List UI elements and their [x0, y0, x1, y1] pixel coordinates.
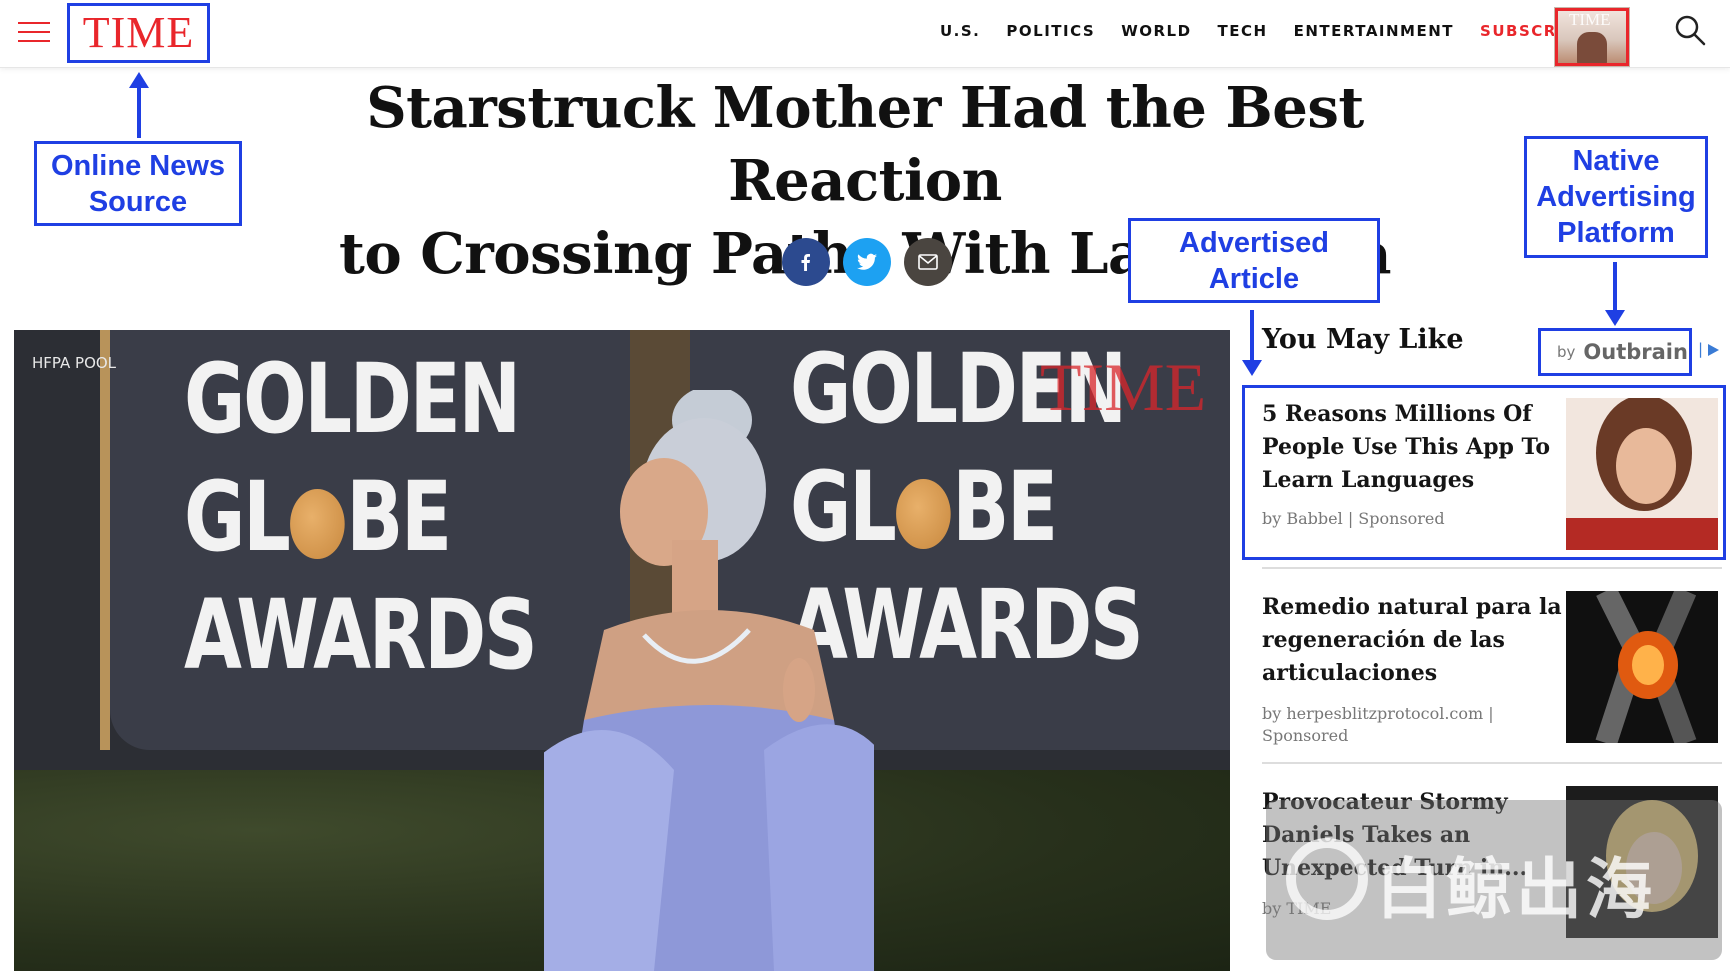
facebook-share-button[interactable] — [782, 238, 830, 286]
video-player[interactable]: GOLDEN GL BE AWARDS GOLDEN GL BE AWARDS HF… — [14, 330, 1230, 971]
you-may-like-heading: You May Like — [1262, 324, 1464, 355]
adchoices-triangle-icon[interactable] — [1708, 344, 1719, 356]
nav-item-politics[interactable]: POLITICS — [1006, 22, 1095, 40]
annotation-line: Source — [88, 185, 188, 218]
search-icon[interactable] — [1674, 14, 1706, 46]
recommendation-item[interactable]: Remedio natural para la regeneración de … — [1262, 591, 1722, 746]
video-credit: HFPA POOL — [32, 354, 117, 372]
twitter-icon — [857, 253, 877, 270]
menu-icon[interactable] — [18, 22, 50, 42]
video-watermark: TIME — [1040, 349, 1207, 425]
recommendation-thumbnail[interactable] — [1566, 398, 1718, 550]
recommendation-item[interactable]: 5 Reasons Millions Of People Use This Ap… — [1262, 398, 1722, 553]
annotation-line: Platform — [1557, 217, 1675, 249]
site-header: TIME U.S. POLITICS WORLD TECH ENTERTAINM… — [0, 0, 1730, 68]
backdrop-logo-left: GOLDEN GL BE AWARDS — [184, 340, 538, 694]
annotation-advertised-article: Advertised Article — [1128, 218, 1380, 303]
magazine-cover-border — [1555, 8, 1629, 66]
backdrop-word: BE — [346, 461, 452, 573]
recommendation-title[interactable]: 5 Reasons Millions Of People Use This Ap… — [1262, 398, 1562, 497]
facebook-icon — [801, 254, 810, 271]
email-share-button[interactable] — [904, 238, 952, 286]
backdrop-word: GL — [184, 461, 291, 573]
annotation-line: Article — [1208, 262, 1300, 295]
divider — [1262, 762, 1722, 764]
watermark-text: 白鲸出海 — [1376, 851, 1656, 928]
headline-line-1: Starstruck Mother Had the Best Reaction — [366, 75, 1364, 214]
backdrop-word: GOLDEN — [184, 343, 521, 455]
nav-item-tech[interactable]: TECH — [1218, 22, 1268, 40]
annotation-line: Native — [1572, 145, 1660, 177]
annotation-line: Advertising — [1536, 181, 1696, 213]
watermark-logo-icon — [1286, 838, 1368, 920]
recommendation-source: by herpesblitzprotocol.com | Sponsored — [1262, 704, 1494, 745]
annotation-native-advertising-platform: Native Advertising Platform — [1524, 136, 1708, 258]
celebrity-figure-image — [544, 390, 874, 971]
nav-item-us[interactable]: U.S. — [940, 22, 980, 40]
globe-icon — [896, 478, 951, 549]
nav-item-entertainment[interactable]: ENTERTAINMENT — [1294, 22, 1454, 40]
recommendation-source: by Babbel | Sponsored — [1262, 509, 1445, 528]
globe-icon — [290, 488, 345, 559]
recommendation-thumbnail[interactable] — [1566, 591, 1718, 743]
outbrain-badge[interactable]: by Outbrain — [1538, 328, 1692, 376]
annotation-line: Online News — [50, 149, 226, 182]
recommendation-title[interactable]: Remedio natural para la regeneración de … — [1262, 591, 1562, 690]
backdrop-word: BE — [952, 451, 1058, 563]
annotation-arrow-down-icon — [1605, 262, 1625, 326]
divider — [1262, 567, 1722, 569]
twitter-share-button[interactable] — [843, 238, 891, 286]
outbrain-logo: Outbrain — [1583, 340, 1688, 364]
email-icon — [918, 254, 938, 270]
adchoices-icon[interactable]: | — [1698, 340, 1703, 358]
overlay-watermark: 白鲸出海 — [1266, 800, 1722, 960]
page: TIME U.S. POLITICS WORLD TECH ENTERTAINM… — [0, 0, 1730, 971]
backdrop-word-row: GL BE — [184, 458, 535, 576]
logo-link[interactable]: TIME — [67, 3, 210, 63]
main-nav: U.S. POLITICS WORLD TECH ENTERTAINMENT S… — [940, 22, 1589, 40]
outbrain-by: by — [1557, 343, 1576, 361]
annotation-online-news-source: Online News Source — [34, 141, 242, 226]
magazine-cover-thumbnail[interactable]: TIME — [1554, 7, 1630, 67]
annotation-arrow-down-icon — [1242, 310, 1262, 376]
nav-item-world[interactable]: WORLD — [1121, 22, 1191, 40]
backdrop-word: AWARDS — [184, 579, 538, 691]
time-logo: TIME — [82, 8, 195, 57]
annotation-arrow-up-icon — [129, 72, 149, 138]
backdrop-frame — [100, 330, 110, 750]
annotation-line: Advertised — [1179, 226, 1329, 259]
